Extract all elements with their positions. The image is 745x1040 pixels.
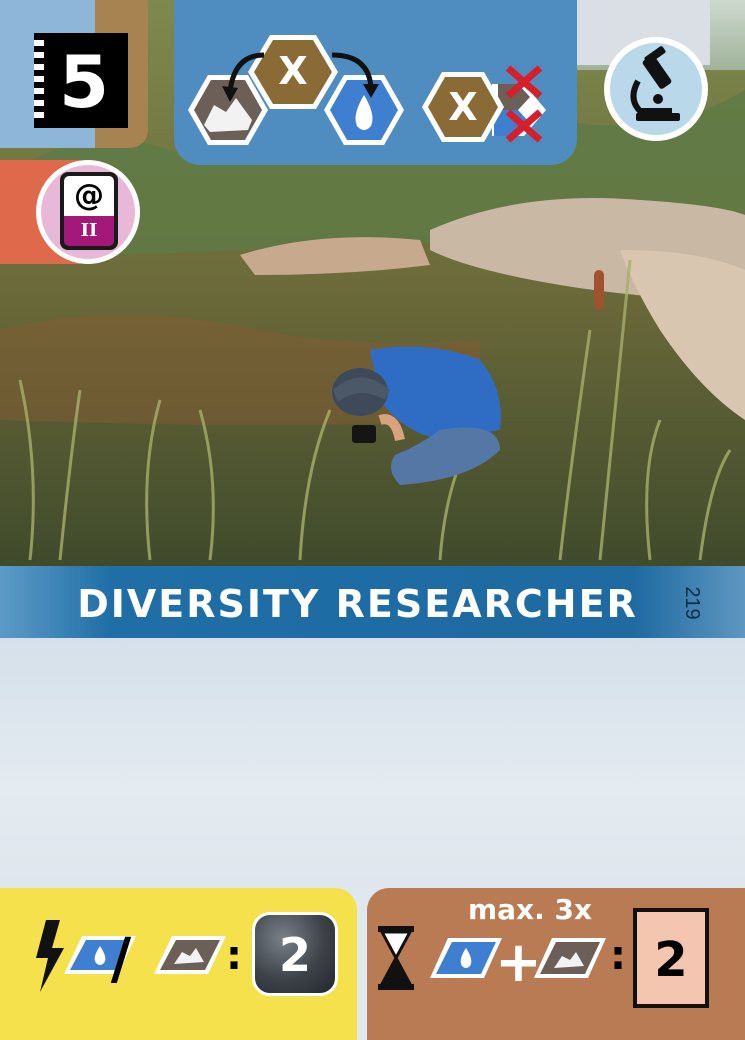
top-effect-panel: X X xyxy=(174,0,577,165)
cost-box-teeth xyxy=(34,40,44,122)
slash-separator: / xyxy=(110,927,132,992)
lightning-icon xyxy=(36,920,64,992)
game-card: 5 @ II X X DIVERSITY RESEARCHER 219 /: … xyxy=(0,0,745,1040)
plus-sign: + xyxy=(495,930,542,995)
x-hex-label: X xyxy=(278,49,308,93)
tag-symbol: @ xyxy=(64,176,114,216)
x-hex-label-2: X xyxy=(448,85,478,129)
hourglass-icon xyxy=(378,926,414,990)
rock-tile-icon-2 xyxy=(534,938,606,978)
top-effect-icons xyxy=(188,35,546,145)
immediate-effect-icons xyxy=(36,920,226,992)
income-reward: 2 xyxy=(654,932,688,988)
water-tile-icon-2 xyxy=(430,938,502,978)
card-text-area xyxy=(0,638,745,888)
rock-tile-icon xyxy=(154,936,226,974)
card-number: 219 xyxy=(681,586,703,620)
rock-hex-icon xyxy=(188,75,268,145)
tag-era: II xyxy=(64,216,114,246)
immediate-reward: 2 xyxy=(278,928,311,982)
card-title: DIVERSITY RESEARCHER xyxy=(77,582,638,626)
income-effect-icons xyxy=(378,926,606,990)
colon-right: : xyxy=(610,933,626,979)
microscope-icon xyxy=(630,46,680,121)
card-cost: 5 xyxy=(58,40,110,124)
colon-left: : xyxy=(226,933,242,979)
